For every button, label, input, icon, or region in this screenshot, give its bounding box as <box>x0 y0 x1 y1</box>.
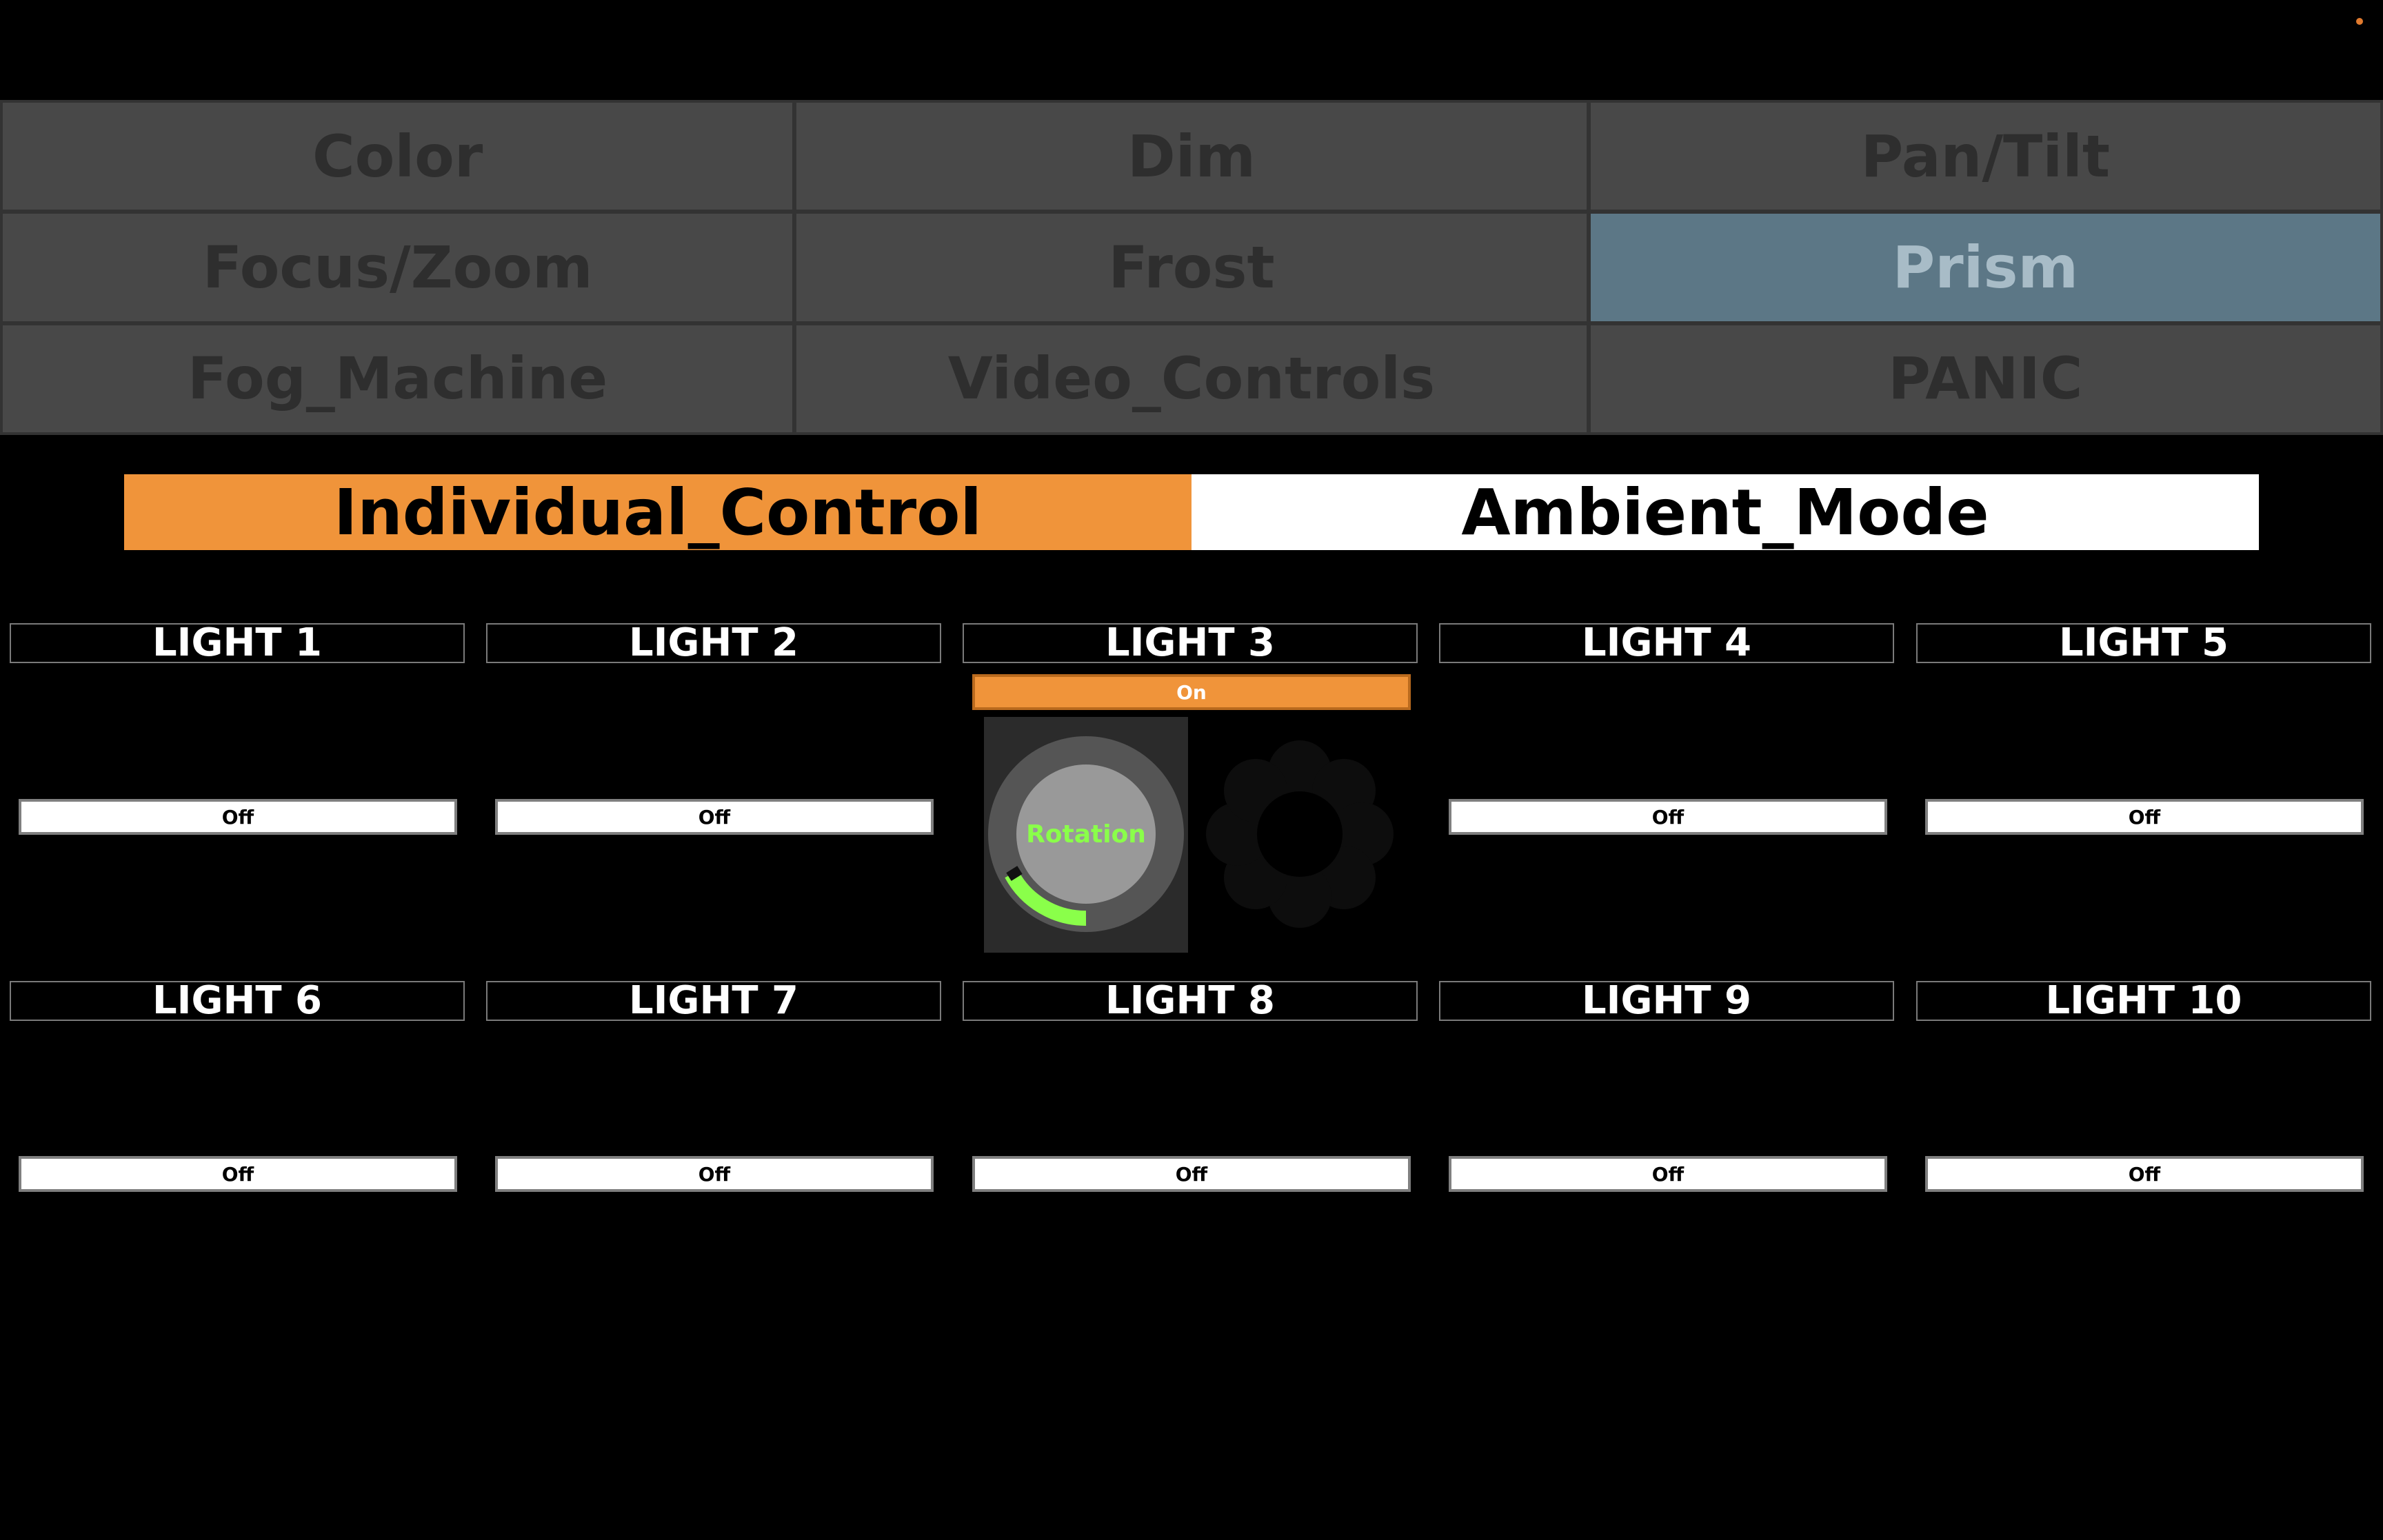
light-6-toggle[interactable]: Off <box>19 1156 457 1192</box>
light-8-toggle[interactable]: Off <box>972 1156 1411 1192</box>
individual-control-button[interactable]: Individual_Control <box>124 474 1192 550</box>
light-10-header: LIGHT 10 <box>1916 981 2371 1021</box>
menu-dim-button[interactable]: Dim <box>796 103 1587 210</box>
light-10-toggle[interactable]: Off <box>1925 1156 2364 1192</box>
light-9-header: LIGHT 9 <box>1439 981 1894 1021</box>
light-1-header: LIGHT 1 <box>10 623 465 663</box>
ambient-mode-button[interactable]: Ambient_Mode <box>1192 474 2259 550</box>
light-7-toggle[interactable]: Off <box>495 1156 934 1192</box>
light-6-header: LIGHT 6 <box>10 981 465 1021</box>
rotation-knob[interactable]: Rotation <box>984 717 1188 953</box>
light-1-toggle[interactable]: Off <box>19 799 457 835</box>
status-dot <box>2356 18 2363 25</box>
light-4-toggle[interactable]: Off <box>1449 799 1887 835</box>
light-4-header: LIGHT 4 <box>1439 623 1894 663</box>
menu-color-button[interactable]: Color <box>3 103 793 210</box>
light-8-header: LIGHT 8 <box>963 981 1418 1021</box>
light-5-header: LIGHT 5 <box>1916 623 2371 663</box>
light-2-header: LIGHT 2 <box>486 623 941 663</box>
rotation-knob-panel: Rotation <box>984 717 1188 953</box>
menu-prism-button[interactable]: Prism <box>1590 214 2380 321</box>
menu-panic-button[interactable]: PANIC <box>1590 325 2380 432</box>
light-3-toggle[interactable]: On <box>972 674 1411 710</box>
menu-pan-tilt-button[interactable]: Pan/Tilt <box>1590 103 2380 210</box>
light-3-header: LIGHT 3 <box>963 623 1418 663</box>
prism-center <box>1257 791 1343 877</box>
light-9-toggle[interactable]: Off <box>1449 1156 1887 1192</box>
menu-video-controls-button[interactable]: Video_Controls <box>796 325 1587 432</box>
light-2-toggle[interactable]: Off <box>495 799 934 835</box>
menu-fog-machine-button[interactable]: Fog_Machine <box>3 325 793 432</box>
rotation-indicator <box>1006 866 1023 881</box>
menu-focus-zoom-button[interactable]: Focus/Zoom <box>3 214 793 321</box>
light-5-toggle[interactable]: Off <box>1925 799 2364 835</box>
rotation-label: Rotation <box>1026 820 1146 849</box>
prism-facet-ring <box>1206 740 1394 928</box>
function-menu: Color Dim Pan/Tilt Focus/Zoom Frost Pris… <box>0 100 2383 435</box>
menu-frost-button[interactable]: Frost <box>796 214 1587 321</box>
light-7-header: LIGHT 7 <box>486 981 941 1021</box>
mode-selector: Individual_Control Ambient_Mode <box>124 474 2259 550</box>
